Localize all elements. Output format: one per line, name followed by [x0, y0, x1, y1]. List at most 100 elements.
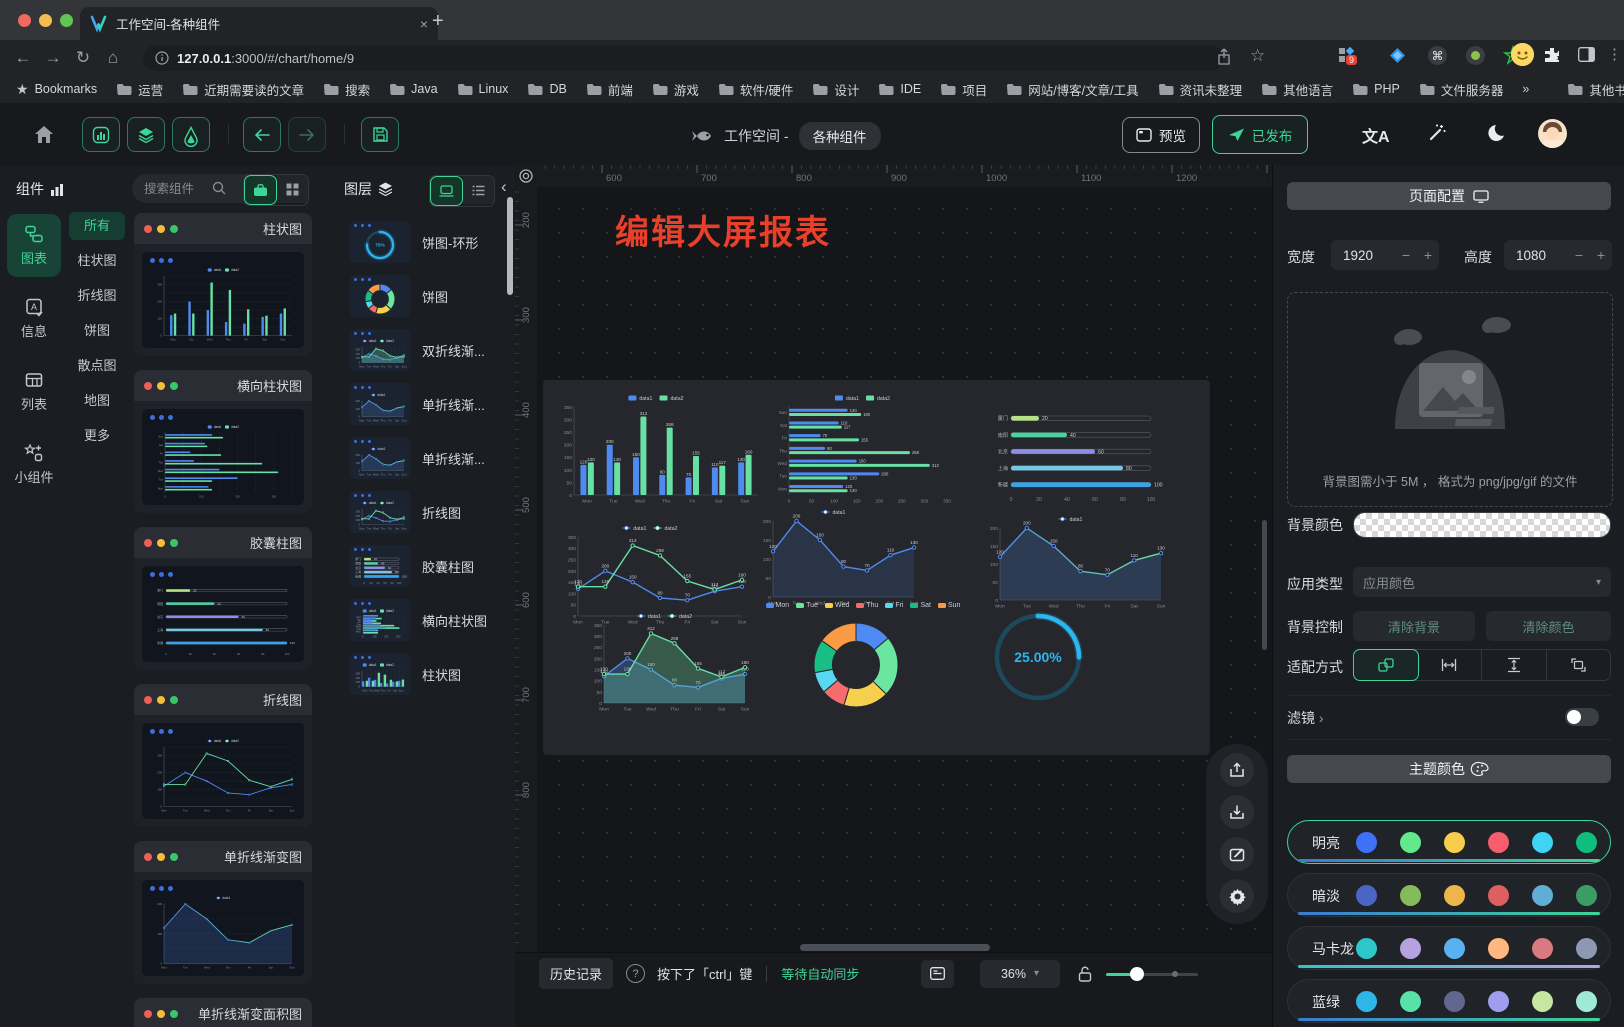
extensions-puzzle-icon[interactable] — [1543, 46, 1561, 64]
width-input[interactable]: 1920−+ — [1331, 240, 1439, 270]
panel-vertical-scrollbar[interactable] — [1262, 520, 1267, 650]
profile-avatar[interactable] — [1511, 43, 1534, 66]
tab-close-icon[interactable]: × — [420, 16, 428, 32]
dark-mode-moon-icon[interactable] — [1488, 123, 1508, 143]
chart-ring-progress[interactable]: 25.00% — [990, 608, 1086, 706]
category-折线图[interactable]: 折线图 — [69, 282, 125, 310]
component-card[interactable]: 胶囊柱图厦门20南阳40北京60上海80新疆100020406080100 — [134, 527, 312, 670]
theme-color-dot[interactable] — [1444, 991, 1465, 1012]
extension-command-icon[interactable]: ⌘ — [1428, 46, 1447, 65]
chart-capsule[interactable]: 厦门20南阳40北京60上海80新疆100020406080100 — [987, 402, 1167, 502]
height-input[interactable]: 1080−+ — [1504, 240, 1612, 270]
bookmark-folder[interactable]: 搜索 — [323, 80, 370, 99]
chart-pie-donut[interactable] — [813, 620, 899, 710]
forward-icon[interactable]: → — [38, 48, 68, 68]
zoom-slider-handle[interactable] — [1130, 967, 1144, 981]
magic-wand-icon[interactable] — [1427, 123, 1447, 143]
theme-color-dot[interactable] — [1576, 991, 1597, 1012]
bookmark-folder[interactable]: Java — [389, 80, 437, 99]
fit-height-button[interactable] — [1482, 650, 1547, 680]
home-icon[interactable] — [34, 125, 54, 144]
other-bookmarks[interactable]: 其他书签 — [1567, 80, 1624, 99]
chart-horizontal-bar[interactable]: data1data2050100150200250300350Sun130160… — [771, 392, 961, 504]
theme-color-dot[interactable] — [1356, 885, 1377, 906]
bookmark-folder[interactable]: 运营 — [116, 80, 163, 99]
component-card[interactable]: 单折线渐变面积图data10100200MonTueWedThuFriSatSu… — [134, 998, 312, 1027]
save-button[interactable] — [361, 117, 399, 152]
bookmark-folder[interactable]: 项目 — [940, 80, 987, 99]
side-panel-icon[interactable] — [1578, 47, 1595, 62]
background-color-swatch[interactable] — [1353, 512, 1611, 538]
bookmarks-root[interactable]: ★Bookmarks — [16, 81, 97, 98]
component-card[interactable]: 单折线渐变图data10100200MonTueWedThuFriSatSun — [134, 841, 312, 984]
fit-scale-button[interactable] — [1353, 649, 1419, 681]
theme-color-dot[interactable] — [1400, 991, 1421, 1012]
undo-button[interactable] — [243, 117, 281, 152]
eye-icon[interactable] — [519, 169, 533, 183]
bookmark-folder[interactable]: Linux — [457, 80, 509, 99]
theme-row-马卡龙[interactable]: 马卡龙 — [1287, 926, 1611, 970]
help-icon[interactable]: ? — [626, 964, 645, 983]
language-icon[interactable]: 文A — [1362, 123, 1390, 147]
decrement-icon[interactable]: − — [1395, 247, 1417, 263]
theme-color-dot[interactable] — [1488, 885, 1509, 906]
bookmark-folder[interactable]: 游戏 — [652, 80, 699, 99]
layer-item[interactable]: data10100200MonTueWedThuFriSatSun单折线渐... — [318, 431, 515, 485]
redo-button[interactable] — [288, 117, 326, 152]
zoom-slider[interactable] — [1106, 967, 1198, 981]
zoom-select[interactable]: 36%▾ — [980, 960, 1060, 988]
editor-canvas[interactable]: 6007008009001000110012001300 20030040050… — [515, 165, 1272, 1027]
category-更多[interactable]: 更多 — [69, 422, 125, 450]
layer-scrollbar[interactable] — [507, 197, 513, 295]
category-所有[interactable]: 所有 — [69, 212, 125, 240]
search-icon[interactable] — [212, 181, 226, 195]
chart-bar[interactable]: data1data2050100150200250300350MonTueWed… — [557, 392, 762, 504]
component-card[interactable]: 折线图data1data20100200300MonTueWedThuFriSa… — [134, 684, 312, 827]
chart-line-gradient[interactable]: data1050100150200MonTueWedThuFriSatSun12… — [983, 513, 1165, 609]
new-tab-button[interactable]: + — [432, 8, 444, 34]
address-bar[interactable]: 127.0.0.1:3000/#/chart/home/9 — [143, 45, 1223, 71]
background-upload-dropzone[interactable]: 背景图需小于 5M ， 格式为 png/jpg/gif 的文件 — [1287, 292, 1613, 507]
theme-color-dot[interactable] — [1444, 885, 1465, 906]
fit-width-button[interactable] — [1418, 650, 1483, 680]
grid-view-button[interactable] — [277, 175, 308, 203]
details-toolbar-button[interactable] — [172, 117, 210, 152]
browser-menu-icon[interactable]: ⋮ — [1607, 45, 1622, 63]
extension-dot-icon[interactable] — [1466, 46, 1485, 65]
bookmark-folder[interactable]: IDE — [878, 80, 921, 99]
settings-gear-icon[interactable] — [1220, 879, 1254, 913]
bookmark-folder[interactable]: 网站/博客/文章/工具 — [1006, 80, 1138, 99]
layers-toolbar-button[interactable] — [127, 117, 165, 152]
bookmark-folder[interactable]: 文件服务器 — [1419, 80, 1504, 99]
theme-color-dot[interactable] — [1488, 938, 1509, 959]
theme-color-dot[interactable] — [1488, 832, 1509, 853]
increment-icon[interactable]: + — [1417, 247, 1439, 263]
category-散点图[interactable]: 散点图 — [69, 352, 125, 380]
import-button[interactable] — [1220, 795, 1254, 829]
layer-item[interactable]: data1data20100200300MonTueWedThuFriSatSu… — [318, 647, 515, 701]
theme-color-dot[interactable] — [1576, 885, 1597, 906]
sidebar-tab-图表[interactable]: 图表 — [7, 214, 61, 277]
layer-item[interactable]: 75%饼图-环形 — [318, 215, 515, 269]
theme-row-明亮[interactable]: 明亮 — [1287, 820, 1611, 864]
ruler-corner[interactable] — [515, 165, 538, 188]
theme-color-dot[interactable] — [1400, 885, 1421, 906]
components-toolbar-button[interactable] — [82, 117, 120, 152]
site-info-icon[interactable] — [155, 51, 169, 65]
project-name-badge[interactable]: 各种组件 — [799, 122, 881, 150]
bookmark-folder[interactable]: PHP — [1352, 80, 1400, 99]
layer-item[interactable]: 饼图 — [318, 269, 515, 323]
home-icon[interactable]: ⌂ — [98, 48, 128, 68]
sidebar-tab-列表[interactable]: 列表 — [7, 360, 61, 423]
decrement-icon[interactable]: − — [1568, 247, 1590, 263]
theme-color-dot[interactable] — [1576, 832, 1597, 853]
clear-color-button[interactable]: 清除颜色 — [1486, 611, 1611, 641]
user-avatar[interactable] — [1538, 119, 1567, 148]
bookmark-folder[interactable]: 前端 — [586, 80, 633, 99]
theme-color-dot[interactable] — [1532, 885, 1553, 906]
history-button[interactable]: 历史记录 — [539, 958, 613, 989]
layer-item[interactable]: data1data20100200300SunSatFriThuWedTueMo… — [318, 593, 515, 647]
clear-background-button[interactable]: 清除背景 — [1353, 611, 1475, 641]
bookmark-folder[interactable]: 其他语言 — [1261, 80, 1333, 99]
layer-item[interactable]: 厦门20南阳40北京60上海80新疆100020406080100胶囊柱图 — [318, 539, 515, 593]
